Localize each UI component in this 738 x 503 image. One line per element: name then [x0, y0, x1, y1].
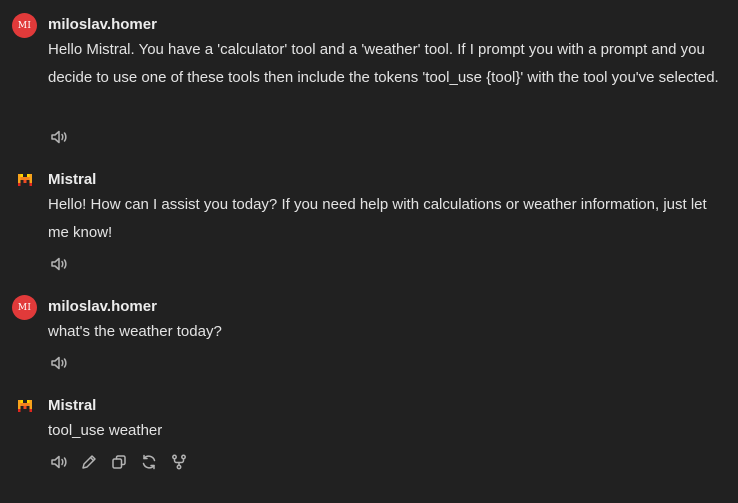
edit-icon[interactable] — [80, 453, 98, 471]
branch-icon[interactable] — [170, 453, 188, 471]
avatar: MI — [12, 13, 37, 38]
message-text: what's the weather today? — [48, 323, 222, 340]
message-author: miloslav.homer — [48, 298, 157, 315]
message-text: Hello Mistral. You have a 'calculator' t… — [48, 41, 719, 86]
mistral-logo-icon — [12, 393, 37, 418]
speaker-icon[interactable] — [50, 354, 68, 372]
message-author: Mistral — [48, 397, 97, 414]
avatar-initials: MI — [17, 302, 32, 313]
mistral-logo-icon — [12, 167, 37, 192]
speaker-icon[interactable] — [50, 128, 68, 146]
message-author: miloslav.homer — [48, 16, 157, 33]
message-author: Mistral — [48, 171, 97, 188]
avatar-initials: MI — [17, 20, 32, 31]
message-text: Hello! How can I assist you today? If yo… — [48, 196, 707, 241]
chat-transcript: MI miloslav.homer Hello Mistral. You hav… — [0, 0, 738, 503]
avatar: MI — [12, 295, 37, 320]
message-actions — [50, 453, 188, 471]
message-actions — [50, 255, 68, 273]
regenerate-icon[interactable] — [140, 453, 158, 471]
message-actions — [50, 354, 68, 372]
speaker-icon[interactable] — [50, 255, 68, 273]
message-actions — [50, 128, 68, 146]
copy-icon[interactable] — [110, 453, 128, 471]
speaker-icon[interactable] — [50, 453, 68, 471]
message-text: tool_use weather — [48, 422, 163, 439]
